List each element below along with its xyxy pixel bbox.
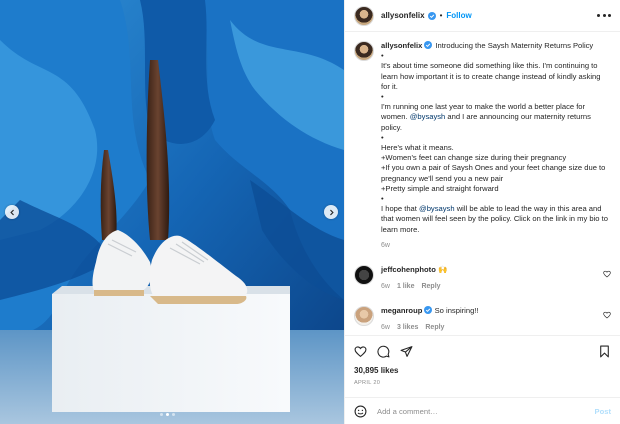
caption-line: • xyxy=(381,92,384,102)
caption-line: • xyxy=(381,132,384,142)
next-slide-button[interactable] xyxy=(324,205,338,219)
heart-icon[interactable] xyxy=(603,270,611,278)
add-comment-bar: Post xyxy=(345,397,620,424)
emoji-icon[interactable] xyxy=(354,405,367,418)
comment-username[interactable]: meganroup xyxy=(381,306,422,315)
comment-time[interactable]: 6w xyxy=(381,323,390,333)
comment-item: meganroup So inspiring!! 6w 3 likes Repl… xyxy=(354,306,611,333)
comment-likes[interactable]: 3 likes xyxy=(397,323,418,333)
photo-scene xyxy=(0,0,344,424)
caption-line: It's about time someone did something li… xyxy=(381,61,601,91)
post-header: allysonfelix • Follow xyxy=(345,0,620,32)
comment-input[interactable] xyxy=(377,406,595,416)
verified-icon xyxy=(424,306,433,315)
caption-line: I'm running one last year to make the wo… xyxy=(381,102,591,132)
caption-line: • xyxy=(381,51,384,61)
header-separator: • xyxy=(439,11,443,20)
previous-slide-button[interactable] xyxy=(5,205,19,219)
slide-dot xyxy=(160,413,163,416)
bookmark-icon[interactable] xyxy=(598,345,611,358)
heart-icon[interactable] xyxy=(354,345,367,358)
header-username[interactable]: allysonfelix xyxy=(381,11,425,20)
caption-line: Here's what it means. xyxy=(381,143,454,153)
post-media[interactable] xyxy=(0,0,344,424)
verified-icon xyxy=(427,11,436,20)
action-icons xyxy=(354,336,611,366)
slide-indicator xyxy=(160,413,175,416)
avatar[interactable] xyxy=(354,265,374,286)
caption-line: +If you own a pair of Saysh Ones and you… xyxy=(381,163,606,183)
heart-icon[interactable] xyxy=(603,311,611,319)
post-caption: allysonfelix Introducing the Saysh Matern… xyxy=(354,41,611,251)
more-options-icon[interactable] xyxy=(597,12,611,20)
follow-button[interactable]: Follow xyxy=(446,11,471,20)
slide-dot xyxy=(172,413,175,416)
slide-dot-active xyxy=(166,413,169,416)
caption-line: +Pretty simple and straight forward xyxy=(381,183,499,193)
caption-timestamp[interactable]: 6w xyxy=(381,241,611,251)
avatar[interactable] xyxy=(354,5,374,26)
caption-line: +Women's feet can change size during the… xyxy=(381,153,567,163)
comment-body: meganroup So inspiring!! 6w 3 likes Repl… xyxy=(381,306,591,333)
caption-line: I hope that @bysaysh will be able to lea… xyxy=(381,204,608,234)
caption-body: allysonfelix Introducing the Saysh Matern… xyxy=(381,41,611,251)
comment-text: 🙌 xyxy=(437,265,448,275)
mention-link[interactable]: @bysaysh xyxy=(410,112,446,121)
caption-headline: Introducing the Saysh Maternity Returns … xyxy=(435,41,594,50)
post-comment-button[interactable]: Post xyxy=(595,407,611,416)
comment-body: jeffcohenphoto 🙌 6w 1 like Reply xyxy=(381,265,591,292)
comment-item: jeffcohenphoto 🙌 6w 1 like Reply xyxy=(354,265,611,292)
comment-text: So inspiring!! xyxy=(434,306,479,316)
avatar[interactable] xyxy=(354,41,374,61)
post-date: APRIL 20 xyxy=(354,380,381,386)
chevron-left-icon xyxy=(9,209,14,215)
comment-meta: 6w 3 likes Reply xyxy=(381,323,591,333)
comment-username[interactable]: jeffcohenphoto xyxy=(381,265,436,274)
caption-username[interactable]: allysonfelix xyxy=(381,41,422,50)
comments-section[interactable]: allysonfelix Introducing the Saysh Matern… xyxy=(345,33,620,335)
comment-time[interactable]: 6w xyxy=(381,282,390,292)
reply-button[interactable]: Reply xyxy=(425,323,444,333)
chevron-right-icon xyxy=(329,209,334,215)
caption-line: • xyxy=(381,194,384,204)
share-icon[interactable] xyxy=(400,345,413,358)
comment-meta: 6w 1 like Reply xyxy=(381,282,591,292)
verified-icon xyxy=(424,41,433,49)
comment-icon[interactable] xyxy=(377,345,390,358)
reply-button[interactable]: Reply xyxy=(421,282,440,292)
comment-likes[interactable]: 1 like xyxy=(397,282,415,292)
avatar[interactable] xyxy=(354,306,374,327)
instagram-post: allysonfelix • Follow allysonfelix Introd… xyxy=(0,0,620,424)
mention-link[interactable]: @bysaysh xyxy=(419,204,455,213)
like-count[interactable]: 30,895 likes xyxy=(354,366,611,375)
post-sidebar: allysonfelix • Follow allysonfelix Introd… xyxy=(344,0,620,424)
